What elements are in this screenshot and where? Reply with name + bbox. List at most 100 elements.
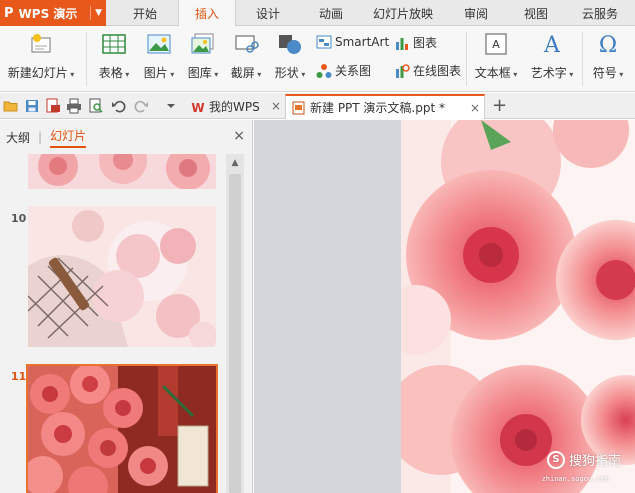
new-slide-label: 新建幻灯片 bbox=[8, 64, 75, 81]
tab-insert[interactable]: 插入 bbox=[178, 0, 236, 27]
screenshot-button[interactable]: 截屏 bbox=[227, 26, 265, 81]
textbox-icon: A bbox=[485, 33, 507, 55]
wordart-button[interactable]: A 艺术字 bbox=[528, 26, 576, 81]
print-preview-icon[interactable] bbox=[88, 98, 104, 114]
app-name: WPS 演示 bbox=[18, 6, 78, 21]
tab-slideshow[interactable]: 幻灯片放映 bbox=[364, 0, 442, 26]
tab-review[interactable]: 审阅 bbox=[452, 0, 500, 26]
panel-header: 大纲 | 幻灯片 × bbox=[0, 120, 253, 154]
smartart-button[interactable]: SmartArt bbox=[316, 34, 389, 50]
textbox-label: 文本框 bbox=[475, 64, 518, 81]
close-icon[interactable]: × bbox=[233, 128, 245, 144]
table-icon bbox=[102, 34, 126, 54]
relation-button[interactable]: 关系图 bbox=[316, 62, 371, 79]
redo-icon[interactable] bbox=[133, 98, 149, 114]
slide-image-roses bbox=[401, 120, 635, 493]
picture-button[interactable]: 图片 bbox=[140, 26, 178, 81]
close-icon[interactable]: × bbox=[470, 101, 480, 115]
slide-canvas[interactable]: S 搜狗指南 zhinan.sogou.com bbox=[401, 120, 635, 493]
shapes-label: 形状 bbox=[275, 64, 306, 81]
svg-text:A: A bbox=[492, 38, 500, 51]
gallery-icon bbox=[191, 33, 214, 54]
tab-label: 新建 PPT 演示文稿.ppt * bbox=[310, 101, 446, 115]
relation-icon bbox=[316, 63, 332, 78]
new-tab-plus-icon[interactable]: + bbox=[492, 95, 507, 116]
sogou-logo-icon: S bbox=[546, 450, 565, 469]
picture-icon bbox=[147, 34, 171, 54]
wps-logo-icon: P bbox=[4, 5, 14, 21]
online-chart-label: 在线图表 bbox=[413, 64, 462, 78]
chevron-down-icon: ▼ bbox=[90, 6, 102, 20]
watermark-text: 搜狗指南 bbox=[568, 454, 621, 469]
ppt-doc-icon bbox=[292, 101, 305, 114]
svg-text:A: A bbox=[543, 33, 561, 56]
panel-tab-separator: | bbox=[38, 130, 43, 144]
divider bbox=[86, 32, 87, 86]
symbol-label: 符号 bbox=[593, 64, 624, 81]
tab-cloud[interactable]: 云服务 bbox=[572, 0, 628, 26]
close-icon[interactable]: × bbox=[271, 99, 281, 113]
table-label: 表格 bbox=[99, 64, 130, 81]
chart-label: 图表 bbox=[413, 36, 438, 50]
slides-scrollbar[interactable]: ▲ bbox=[226, 154, 244, 493]
undo-icon[interactable] bbox=[111, 98, 127, 114]
slide-10-image bbox=[28, 206, 216, 347]
gallery-label: 图库 bbox=[188, 64, 219, 81]
watermark: S 搜狗指南 bbox=[546, 450, 621, 469]
quick-access-bar: W 我的WPS × 新建 PPT 演示文稿.ppt * × + bbox=[0, 93, 635, 119]
smartart-icon bbox=[316, 35, 332, 49]
omega-symbol-icon: Ω bbox=[599, 33, 617, 56]
screenshot-label: 截屏 bbox=[231, 64, 262, 81]
tab-home[interactable]: 开始 bbox=[120, 0, 170, 26]
chart-icon bbox=[396, 37, 408, 50]
tab-outline[interactable]: 大纲 bbox=[6, 129, 30, 146]
slide-thumbnail-list: 10 11 bbox=[0, 154, 226, 493]
picture-label: 图片 bbox=[144, 64, 175, 81]
tab-animation[interactable]: 动画 bbox=[307, 0, 355, 26]
svg-text:W: W bbox=[191, 101, 204, 114]
tab-view[interactable]: 视图 bbox=[512, 0, 560, 26]
slide-thumbnail-9[interactable] bbox=[28, 154, 216, 189]
slide-thumbnail-11[interactable] bbox=[26, 364, 218, 493]
chart-button[interactable]: 图表 bbox=[394, 34, 437, 51]
gallery-button[interactable]: 图库 bbox=[184, 26, 222, 81]
textbox-button[interactable]: A 文本框 bbox=[472, 26, 520, 81]
wordart-label: 艺术字 bbox=[531, 64, 574, 81]
symbol-button[interactable]: Ω 符号 bbox=[588, 26, 628, 81]
slide-thumbnail-10[interactable] bbox=[28, 206, 216, 347]
export-pdf-icon[interactable] bbox=[45, 98, 61, 114]
wordart-icon: A bbox=[543, 33, 561, 56]
slides-panel: 大纲 | 幻灯片 × 10 11 ▲ bbox=[0, 120, 253, 493]
app-menu-button[interactable]: P WPS 演示 ▼ bbox=[0, 0, 106, 26]
customize-chevron-icon[interactable] bbox=[163, 98, 179, 114]
new-slide-button[interactable]: 新建幻灯片 bbox=[4, 26, 78, 81]
online-chart-icon bbox=[396, 63, 410, 78]
screenshot-icon bbox=[235, 35, 259, 53]
tab-slides[interactable]: 幻灯片 bbox=[50, 127, 87, 148]
tab-design[interactable]: 设计 bbox=[244, 0, 292, 26]
tab-document[interactable]: 新建 PPT 演示文稿.ppt * × bbox=[285, 94, 485, 119]
slide-editor: S 搜狗指南 zhinan.sogou.com bbox=[254, 120, 635, 493]
online-chart-button[interactable]: 在线图表 bbox=[394, 62, 461, 79]
tab-my-wps[interactable]: W 我的WPS × bbox=[185, 94, 285, 119]
menu-bar: P WPS 演示 ▼ 开始 插入 设计 动画 幻灯片放映 审阅 视图 云服务 bbox=[0, 0, 635, 27]
relation-label: 关系图 bbox=[335, 64, 372, 78]
svg-text:Ω: Ω bbox=[599, 33, 617, 56]
slide-number: 11 bbox=[11, 370, 27, 383]
shapes-button[interactable]: 形状 bbox=[271, 26, 309, 81]
slide-11-image bbox=[28, 366, 216, 493]
scroll-up-icon[interactable]: ▲ bbox=[226, 154, 244, 172]
divider bbox=[582, 32, 583, 86]
print-icon[interactable] bbox=[66, 98, 82, 114]
smartart-label: SmartArt bbox=[335, 35, 390, 49]
open-folder-icon[interactable] bbox=[3, 98, 19, 114]
slide-9-image bbox=[28, 154, 216, 189]
scrollbar-thumb[interactable] bbox=[229, 174, 241, 493]
wps-icon: W bbox=[191, 101, 204, 114]
shapes-icon bbox=[279, 35, 301, 54]
slide-number: 10 bbox=[11, 212, 27, 225]
divider bbox=[466, 32, 467, 86]
table-button[interactable]: 表格 bbox=[95, 26, 133, 81]
save-icon[interactable] bbox=[24, 98, 40, 114]
ribbon-insert: 新建幻灯片 表格 图片 图库 bbox=[0, 26, 635, 92]
